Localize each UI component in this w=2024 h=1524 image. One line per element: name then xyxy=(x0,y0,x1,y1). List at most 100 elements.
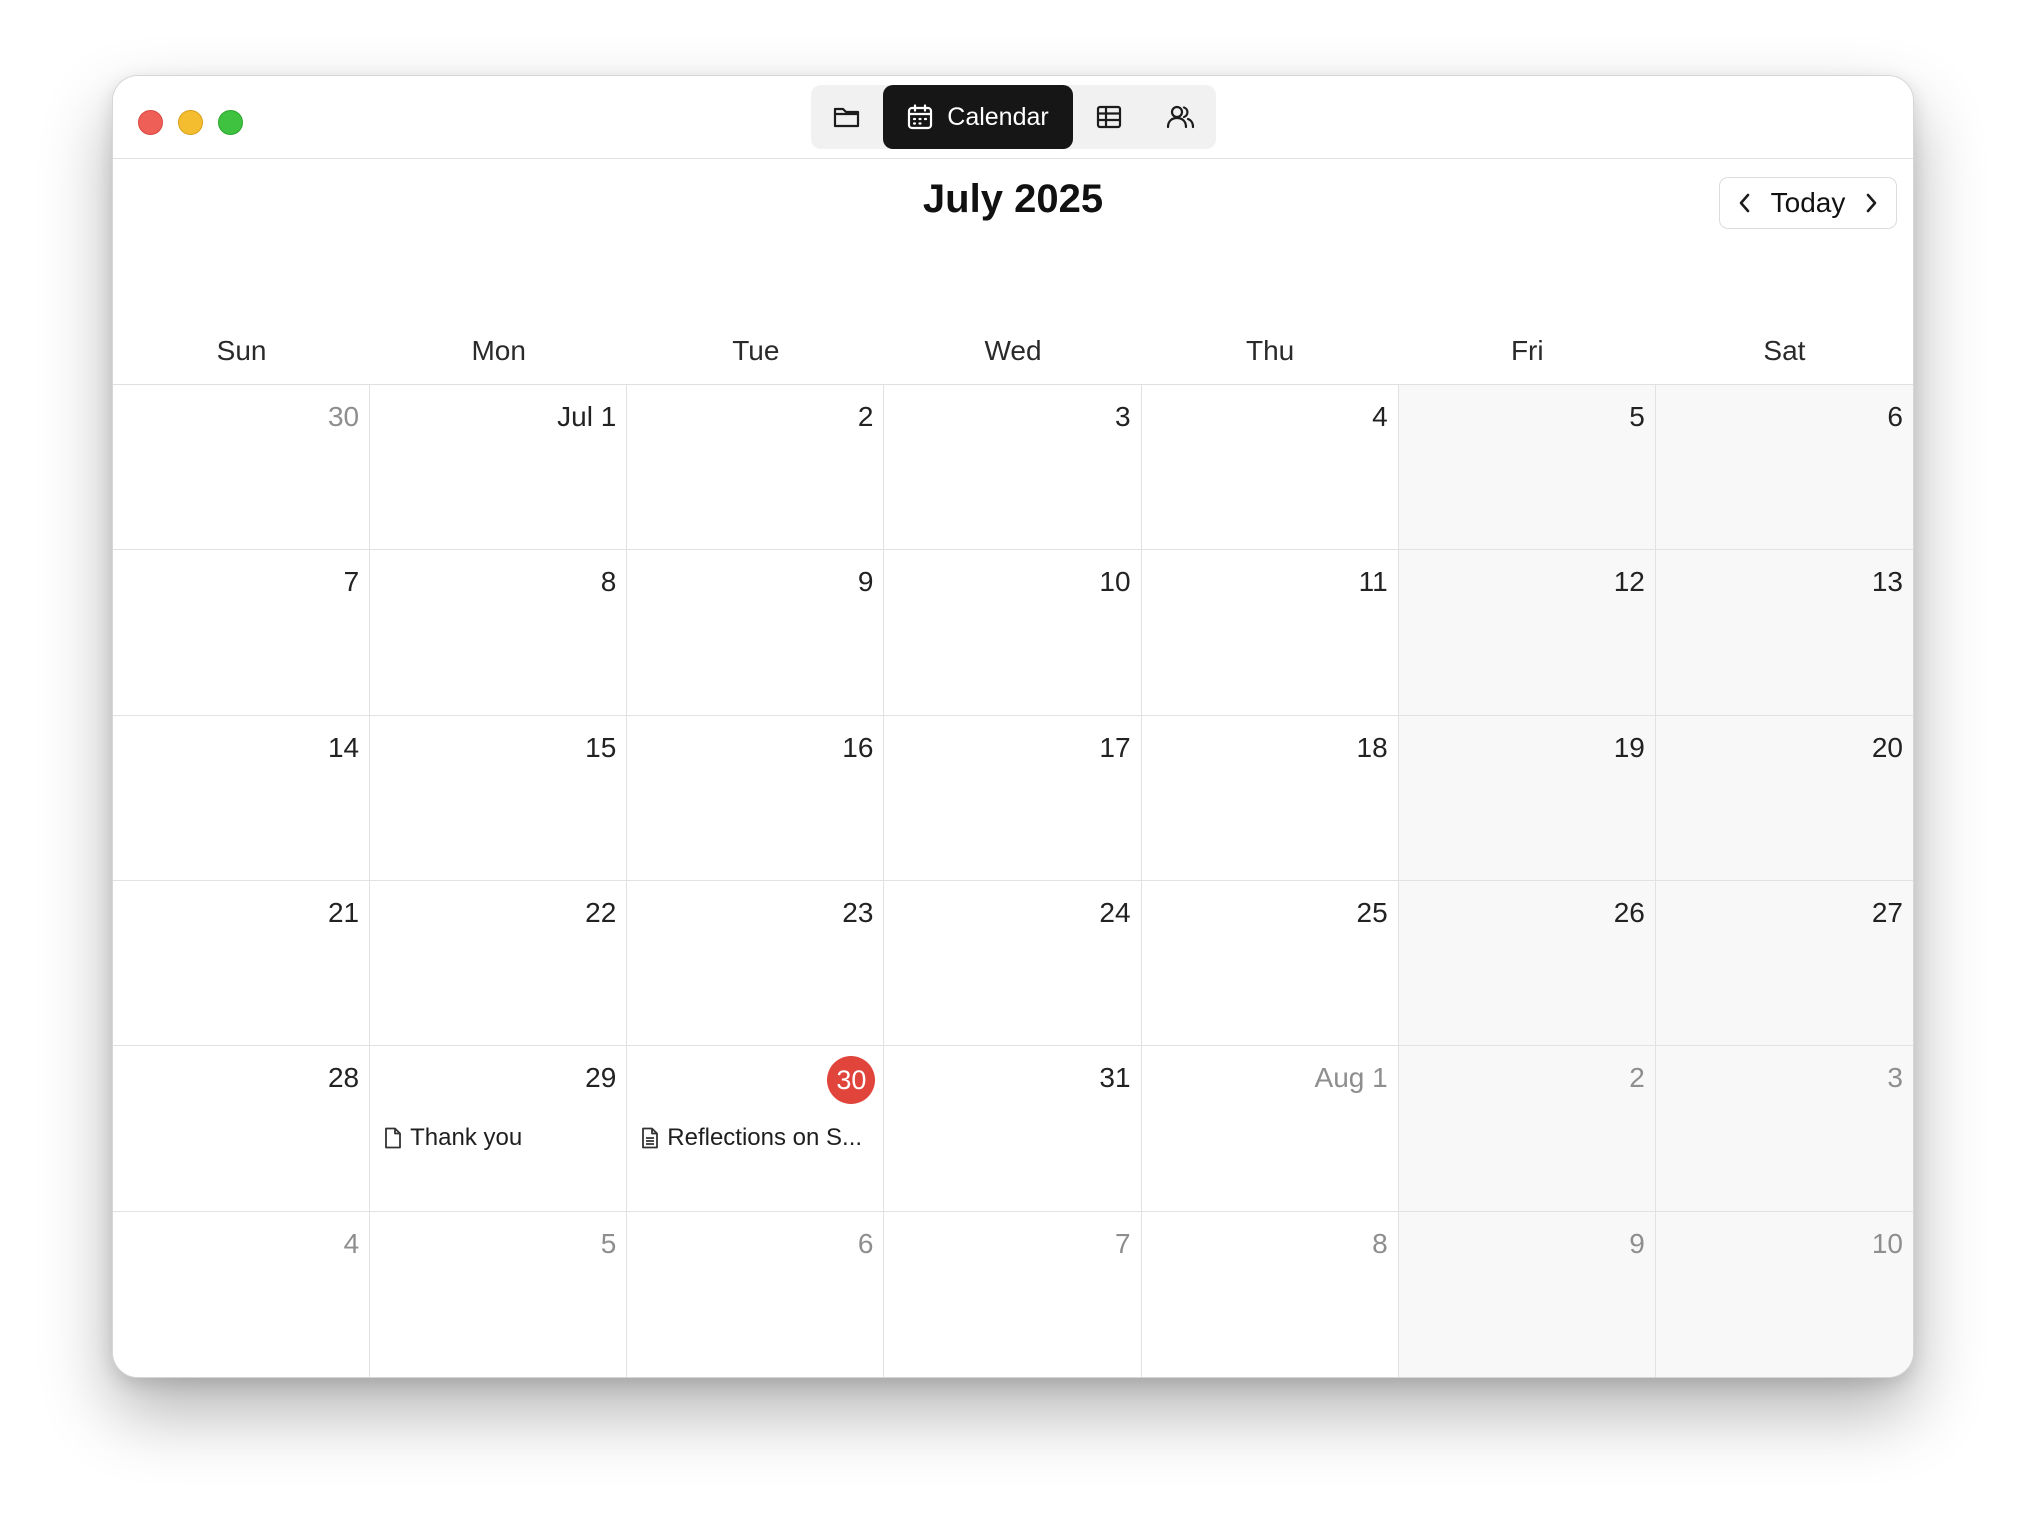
day-number: 26 xyxy=(1613,896,1645,928)
table-view-button[interactable] xyxy=(1073,85,1145,149)
day-cell[interactable]: 17 xyxy=(884,715,1142,881)
day-number: Aug 1 xyxy=(1314,1062,1388,1094)
day-number: 29 xyxy=(585,1062,617,1094)
day-number: 6 xyxy=(857,1227,874,1259)
weekday-header-row: Sun Mon Tue Wed Thu Fri Sat xyxy=(113,235,1913,385)
day-cell[interactable]: 19 xyxy=(1398,715,1656,881)
day-number: 4 xyxy=(343,1227,360,1259)
previous-month-button[interactable] xyxy=(1730,183,1760,223)
app-window: Calendar July 2025 Today Sun Mon Tue Wed… xyxy=(112,75,1914,1378)
day-number: 31 xyxy=(1099,1062,1131,1094)
day-cell[interactable]: 20 xyxy=(1655,715,1913,881)
day-cell[interactable]: 30 Reflections on S... xyxy=(627,1046,885,1212)
minimize-window-button[interactable] xyxy=(178,110,203,135)
day-cell[interactable]: 16 xyxy=(627,715,885,881)
chevron-left-icon xyxy=(1739,193,1750,213)
weekday-header-fri: Fri xyxy=(1510,335,1544,366)
calendar-event[interactable]: Thank you xyxy=(384,1124,616,1152)
day-cell[interactable]: 4 xyxy=(1141,385,1399,551)
day-cell[interactable]: 12 xyxy=(1398,550,1656,716)
day-number: 6 xyxy=(1887,401,1903,432)
day-number: 27 xyxy=(1871,896,1903,928)
title-bar: Calendar xyxy=(113,76,1913,159)
day-number: 28 xyxy=(327,1062,360,1094)
weekday-header-mon: Mon xyxy=(471,335,526,366)
day-cell[interactable]: 7 xyxy=(884,1211,1142,1377)
day-cell[interactable]: 10 xyxy=(884,550,1142,716)
day-cell[interactable]: 21 xyxy=(113,880,371,1047)
day-cell[interactable]: 26 xyxy=(1398,880,1656,1047)
day-cell[interactable]: 31 xyxy=(884,1046,1142,1212)
day-number: 19 xyxy=(1613,731,1645,763)
day-cell[interactable]: 11 xyxy=(1141,550,1399,716)
day-number: 14 xyxy=(327,731,360,763)
document-text-icon xyxy=(642,1127,659,1149)
weekday-header-tue: Tue xyxy=(732,335,780,366)
next-month-button[interactable] xyxy=(1856,183,1886,223)
zoom-window-button[interactable] xyxy=(218,110,243,135)
day-cell[interactable]: 6 xyxy=(1655,385,1913,551)
day-cell[interactable]: 6 xyxy=(627,1211,885,1377)
day-cell[interactable]: 3 xyxy=(884,385,1142,551)
day-number: 7 xyxy=(1114,1227,1131,1259)
calendar-view-button[interactable]: Calendar xyxy=(883,85,1073,149)
day-number: 18 xyxy=(1356,731,1388,763)
day-cell[interactable]: 2 xyxy=(627,385,885,551)
day-number: 17 xyxy=(1099,731,1131,763)
calendar-header: July 2025 Today xyxy=(113,159,1913,235)
day-cell[interactable]: 5 xyxy=(370,1211,628,1377)
day-cell[interactable]: 28 xyxy=(113,1046,371,1212)
day-number: 12 xyxy=(1613,566,1645,598)
day-cell[interactable]: 22 xyxy=(370,880,628,1047)
day-cell[interactable]: 24 xyxy=(884,880,1142,1047)
day-number: 20 xyxy=(1871,731,1903,763)
day-number: 3 xyxy=(1887,1062,1903,1094)
day-cell[interactable]: Jul 1 xyxy=(370,385,628,551)
day-cell[interactable]: 25 xyxy=(1141,880,1399,1047)
day-cell[interactable]: 27 xyxy=(1655,880,1913,1047)
weekday-header-wed: Wed xyxy=(984,335,1042,366)
day-number: 8 xyxy=(1372,1227,1388,1259)
day-cell[interactable]: 30 xyxy=(113,385,371,551)
day-number: Jul 1 xyxy=(557,401,617,432)
close-window-button[interactable] xyxy=(138,110,163,135)
day-number: 10 xyxy=(1871,1227,1903,1259)
today-button[interactable]: Today xyxy=(1771,187,1846,219)
day-number: 9 xyxy=(857,566,874,598)
day-cell[interactable]: 4 xyxy=(113,1211,371,1377)
day-cell[interactable]: 23 xyxy=(627,880,885,1047)
folder-view-button[interactable] xyxy=(811,85,883,149)
month-title: July 2025 xyxy=(922,177,1104,221)
people-icon xyxy=(1166,105,1195,129)
people-view-button[interactable] xyxy=(1145,85,1217,149)
day-cell[interactable]: 18 xyxy=(1141,715,1399,881)
weekday-header-thu: Thu xyxy=(1246,335,1295,366)
day-number: 2 xyxy=(1629,1062,1645,1094)
weekday-header-sun: Sun xyxy=(216,335,267,366)
day-cell[interactable]: 15 xyxy=(370,715,628,881)
month-grid: 30 Jul 1 2 3 4 5 6 7 8 9 10 11 12 13 14 15 16 17 18 19 20 21 2… xyxy=(113,385,1913,1377)
day-cell[interactable]: 8 xyxy=(1141,1211,1399,1377)
day-cell[interactable]: 2 xyxy=(1398,1046,1656,1212)
day-number: 25 xyxy=(1356,896,1388,928)
day-number: 30 xyxy=(327,401,360,432)
day-cell[interactable]: 29 Thank you xyxy=(370,1046,628,1212)
calendar-event[interactable]: Reflections on S... xyxy=(641,1124,873,1152)
day-number: 9 xyxy=(1629,1227,1645,1259)
day-number: 16 xyxy=(842,731,874,763)
today-date-badge: 30 xyxy=(827,1056,876,1105)
day-cell[interactable]: 9 xyxy=(627,550,885,716)
day-number: 23 xyxy=(842,896,874,928)
day-cell[interactable]: 14 xyxy=(113,715,371,881)
day-cell[interactable]: 9 xyxy=(1398,1211,1656,1377)
day-cell[interactable]: 10 xyxy=(1655,1211,1913,1377)
day-number: 13 xyxy=(1871,566,1903,598)
day-cell[interactable]: 13 xyxy=(1655,550,1913,716)
day-cell[interactable]: Aug 1 xyxy=(1141,1046,1399,1212)
day-number: 24 xyxy=(1099,896,1131,928)
day-cell[interactable]: 8 xyxy=(370,550,628,716)
day-cell[interactable]: 5 xyxy=(1398,385,1656,551)
day-cell[interactable]: 3 xyxy=(1655,1046,1913,1212)
day-cell[interactable]: 7 xyxy=(113,550,371,716)
event-title: Reflections on S... xyxy=(667,1124,863,1152)
